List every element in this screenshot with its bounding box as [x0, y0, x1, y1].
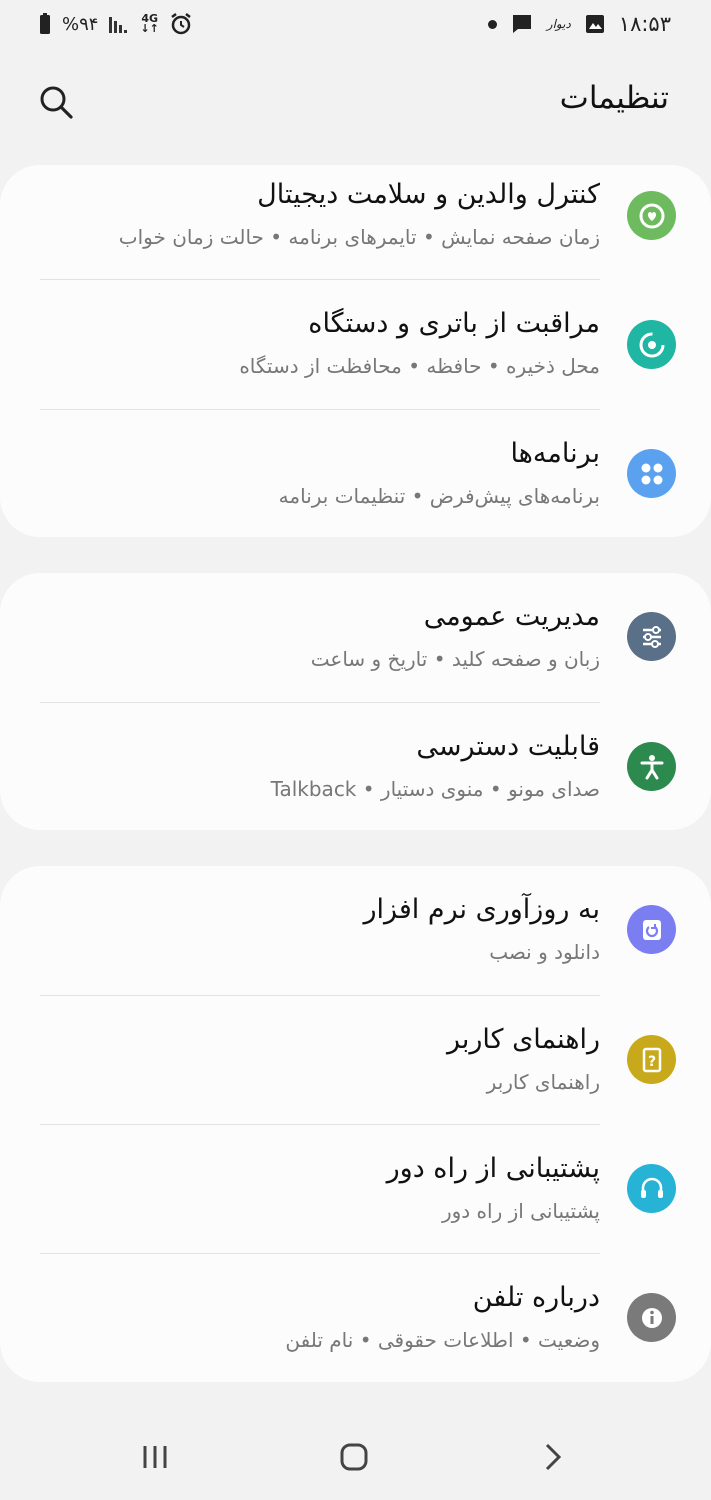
software-update-icon: [627, 905, 676, 954]
info-icon: [627, 1293, 676, 1342]
item-subtitle: برنامه‌های پیش‌فرض • تنظیمات برنامه: [278, 484, 600, 508]
settings-group-2: مدیریت عمومی زبان و صفحه کلید • تاریخ و …: [0, 573, 711, 830]
item-subtitle: زبان و صفحه کلید • تاریخ و ساعت: [310, 647, 600, 671]
item-subtitle: وضعیت • اطلاعات حقوقی • نام تلفن: [285, 1328, 600, 1352]
settings-item-apps[interactable]: برنامه‌ها برنامه‌های پیش‌فرض • تنظیمات ب…: [0, 410, 711, 539]
network-type: 4G ↓↑: [140, 12, 159, 35]
settings-item-remote-support[interactable]: پشتیبانی از راه دور پشتیبانی از راه دور: [0, 1125, 711, 1254]
item-title: کنترل والدین و سلامت دیجیتال: [257, 179, 600, 210]
apps-icon: [627, 449, 676, 498]
settings-item-device-care[interactable]: مراقبت از باتری و دستگاه محل ذخیره • حاف…: [0, 280, 711, 409]
device-care-icon: [627, 320, 676, 369]
status-right: دیوار ۱۸:۵۳: [487, 12, 671, 36]
general-management-icon: [627, 612, 676, 661]
search-button[interactable]: [36, 82, 76, 122]
settings-group-3: به روزآوری نرم افزار دانلود و نصب ? راهن…: [0, 866, 711, 1382]
back-button[interactable]: [522, 1427, 582, 1487]
accessibility-icon: [627, 742, 676, 791]
item-subtitle: صدای مونو • منوی دستیار • Talkback: [270, 777, 600, 801]
navigation-bar: [0, 1415, 711, 1500]
settings-item-accessibility[interactable]: قابلیت دسترسی صدای مونو • منوی دستیار • …: [0, 703, 711, 832]
status-left: %۹۴ 4G ↓↑: [38, 12, 193, 36]
battery-icon: [40, 13, 50, 34]
item-title: مدیریت عمومی: [423, 601, 600, 632]
message-icon: [512, 15, 531, 33]
home-icon: [340, 1443, 368, 1471]
item-subtitle: راهنمای کاربر: [486, 1070, 600, 1094]
settings-item-digital-wellbeing[interactable]: کنترل والدین و سلامت دیجیتال زمان صفحه ن…: [0, 165, 711, 294]
item-subtitle: محل ذخیره • حافظه • محافظت از دستگاه: [239, 354, 600, 378]
home-button[interactable]: [324, 1427, 384, 1487]
item-subtitle: زمان صفحه نمایش • تایمرهای برنامه • حالت…: [118, 225, 600, 249]
back-icon: [545, 1443, 562, 1471]
item-title: درباره تلفن: [472, 1282, 600, 1313]
settings-item-general-management[interactable]: مدیریت عمومی زبان و صفحه کلید • تاریخ و …: [0, 573, 711, 702]
search-icon: [40, 86, 73, 119]
gallery-icon: [585, 15, 604, 33]
svg-text:?: ?: [647, 1054, 655, 1070]
settings-item-software-update[interactable]: به روزآوری نرم افزار دانلود و نصب: [0, 866, 711, 995]
user-manual-icon: ?: [627, 1035, 676, 1084]
item-title: مراقبت از باتری و دستگاه: [308, 308, 600, 339]
recent-apps-icon: [143, 1446, 167, 1468]
settings-item-user-manual[interactable]: ? راهنمای کاربر راهنمای کاربر: [0, 996, 711, 1125]
page-title: تنظیمات: [559, 80, 669, 116]
remote-support-icon: [627, 1164, 676, 1213]
network-label: 4G: [141, 12, 159, 25]
battery-percent: %۹۴: [62, 13, 99, 35]
alarm-icon: [171, 13, 191, 35]
item-title: قابلیت دسترسی: [416, 731, 600, 762]
header: تنظیمات: [0, 60, 711, 150]
settings-group-1: کنترل والدین و سلامت دیجیتال زمان صفحه ن…: [0, 165, 711, 537]
recent-apps-button[interactable]: [125, 1427, 185, 1487]
clock: ۱۸:۵۳: [618, 12, 671, 36]
item-title: راهنمای کاربر: [446, 1024, 600, 1055]
item-subtitle: پشتیبانی از راه دور: [441, 1199, 600, 1223]
item-subtitle: دانلود و نصب: [489, 940, 600, 964]
item-title: پشتیبانی از راه دور: [386, 1153, 600, 1184]
digital-wellbeing-icon: [627, 191, 676, 240]
signal-icon: [109, 17, 128, 33]
notification-app-label: دیوار: [546, 17, 571, 31]
notification-dot-icon: [487, 19, 497, 29]
item-title: برنامه‌ها: [510, 438, 600, 469]
settings-item-about-phone[interactable]: درباره تلفن وضعیت • اطلاعات حقوقی • نام …: [0, 1254, 711, 1383]
status-bar: %۹۴ 4G ↓↑ دیوار ۱۸:۵۳: [0, 0, 711, 52]
item-title: به روزآوری نرم افزار: [363, 894, 600, 925]
